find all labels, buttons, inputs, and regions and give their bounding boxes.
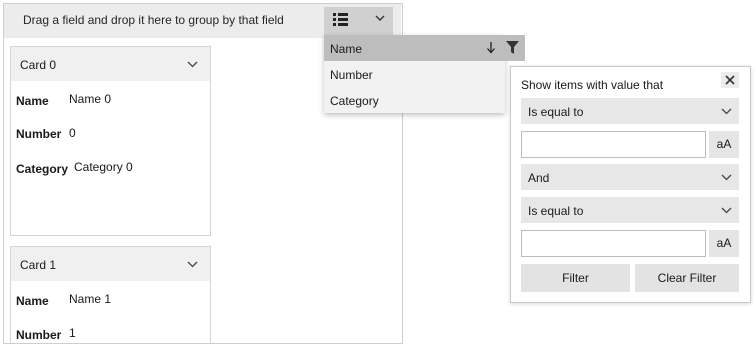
field-label: Name: [16, 94, 49, 108]
close-icon: [725, 75, 735, 85]
logical-operator-label: And: [528, 171, 550, 185]
card-header[interactable]: Card 1: [11, 247, 210, 281]
field-value: 0: [69, 126, 76, 140]
funnel-icon[interactable]: [506, 41, 519, 54]
filter-button[interactable]: Filter: [521, 264, 630, 292]
sort-item-number[interactable]: Number: [330, 68, 373, 82]
field-value: Category 0: [74, 160, 133, 174]
field-label: Number: [16, 127, 62, 141]
chevron-down-icon[interactable]: [187, 60, 198, 68]
card-title: Card 1: [20, 258, 57, 272]
filter-value-input-1[interactable]: [521, 131, 706, 158]
field-label: Name: [16, 294, 49, 308]
operator-1-label: Is equal to: [528, 105, 584, 119]
match-case-button-2[interactable]: aA: [709, 230, 739, 257]
card: Card 0 Name Name 0 Number 0 Category Cat…: [10, 46, 211, 236]
field-label: Category: [16, 162, 69, 176]
list-icon: [333, 13, 348, 26]
card: Card 1 Name Name 1 Number 1: [10, 246, 211, 343]
chevron-down-icon: [721, 207, 732, 214]
field-value: 1: [69, 326, 76, 340]
filter-value-input-2[interactable]: [521, 230, 706, 257]
card-header[interactable]: Card 0: [11, 47, 210, 81]
chevron-down-icon[interactable]: [187, 260, 198, 268]
sort-item-name[interactable]: Name: [330, 42, 362, 56]
chevron-down-icon: [721, 174, 732, 181]
operator-dropdown-1[interactable]: Is equal to: [521, 98, 739, 124]
operator-2-label: Is equal to: [528, 204, 584, 218]
card-title: Card 0: [20, 58, 57, 72]
close-button[interactable]: [721, 72, 739, 88]
chevron-down-icon: [375, 15, 385, 21]
field-label: Number: [16, 328, 62, 342]
logical-operator-dropdown[interactable]: And: [521, 164, 739, 190]
operator-dropdown-2[interactable]: Is equal to: [521, 197, 739, 223]
field-value: Name 0: [69, 92, 112, 106]
sort-item-category[interactable]: Category: [330, 94, 379, 108]
clear-filter-button[interactable]: Clear Filter: [635, 264, 739, 292]
chevron-down-icon: [721, 108, 732, 115]
group-panel-text: Drag a field and drop it here to group b…: [23, 13, 284, 27]
match-case-button-1[interactable]: aA: [709, 131, 739, 158]
filter-title: Show items with value that: [521, 78, 664, 92]
arrow-down-icon[interactable]: [486, 41, 496, 54]
field-value: Name 1: [69, 292, 112, 306]
